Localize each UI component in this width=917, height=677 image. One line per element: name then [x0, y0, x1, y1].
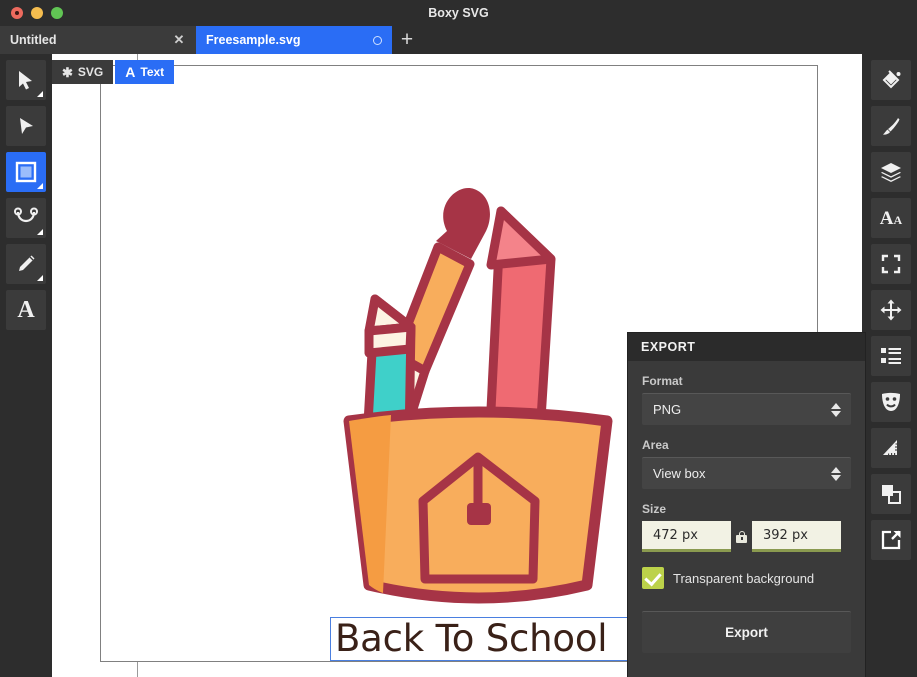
transform-panel-button[interactable] [871, 290, 911, 330]
left-toolbar: A [0, 54, 52, 677]
canvas-text[interactable]: Back To School [335, 617, 649, 661]
bezier-tool[interactable] [6, 198, 46, 238]
letter-aa-icon: AA [879, 207, 903, 229]
letter-a-icon: A [17, 297, 35, 323]
brush-stroke-panel-button[interactable] [871, 106, 911, 146]
right-toolbar: AA [865, 54, 917, 677]
size-row: 472 px 392 px [642, 521, 851, 552]
tab-text[interactable]: A Text [115, 60, 175, 84]
asterisk-icon: ✱ [62, 64, 73, 80]
rectangle-tool[interactable] [6, 152, 46, 192]
document-tab-freesample[interactable]: Freesample.svg [196, 26, 392, 54]
transparent-background-label: Transparent background [673, 570, 815, 586]
app-window: Boxy SVG Untitled ✕ Freesample.svg + Bac… [0, 0, 917, 677]
area-stepper-icon[interactable] [831, 466, 841, 481]
document-tab-strip: Untitled ✕ Freesample.svg + [0, 26, 917, 54]
letter-a-icon: A [125, 64, 136, 80]
new-tab-button[interactable]: + [392, 26, 422, 54]
title-bar: Boxy SVG [0, 0, 917, 26]
shapes-overlap-icon [882, 485, 901, 504]
maximize-window-button[interactable] [51, 7, 63, 19]
format-select[interactable]: PNG [642, 393, 851, 425]
cursor-arrow-icon [19, 71, 32, 90]
lock-icon [736, 530, 747, 543]
area-select[interactable]: View box [642, 457, 851, 489]
close-icon[interactable]: ✕ [172, 33, 186, 47]
list-icon [881, 348, 901, 364]
tool-corner-indicator [37, 275, 43, 281]
tool-corner-indicator [37, 229, 43, 235]
format-label: Format [642, 374, 683, 388]
select-tool[interactable] [6, 60, 46, 100]
app-title: Boxy SVG [428, 6, 489, 20]
size-label: Size [642, 502, 667, 516]
text-object-selection[interactable]: Back To School [330, 617, 652, 661]
rectangle-icon [15, 161, 37, 183]
geometry-panel-button[interactable] [871, 244, 911, 284]
pencil-tool[interactable] [6, 244, 46, 284]
measure-panel-button[interactable] [871, 428, 911, 468]
tool-corner-indicator [37, 183, 43, 189]
aspect-lock-button[interactable] [731, 530, 752, 543]
tab-text-label: Text [140, 65, 165, 79]
layers-panel-button[interactable] [871, 152, 911, 192]
node-edit-tool[interactable] [6, 106, 46, 146]
area-label: Area [642, 438, 669, 452]
size-height-input[interactable]: 392 px [752, 521, 841, 552]
minimize-window-button[interactable] [31, 7, 43, 19]
unsaved-dot-icon[interactable] [373, 35, 382, 45]
transparent-background-checkbox[interactable] [642, 567, 664, 589]
export-arrow-icon [881, 530, 901, 550]
ruler-triangle-icon [883, 440, 897, 455]
format-stepper-icon[interactable] [831, 402, 841, 417]
document-tab-label: Untitled [10, 33, 57, 47]
tab-svg[interactable]: ✱ SVG [52, 60, 114, 84]
artwork-illustration[interactable] [339, 141, 619, 631]
export-panel-body: Format PNG Area View box Size 472 px 392… [628, 361, 865, 653]
elements-list-panel-button[interactable] [871, 336, 911, 376]
bezier-curve-icon [14, 207, 38, 223]
paintbrush-icon [883, 118, 900, 135]
pencil-icon [19, 255, 35, 271]
fill-bucket-panel-button[interactable] [871, 60, 911, 100]
arrange-boolean-panel-button[interactable] [871, 474, 911, 514]
export-panel-title: EXPORT [628, 333, 865, 361]
paint-bucket-icon [882, 70, 901, 89]
size-width-input[interactable]: 472 px [642, 521, 731, 552]
export-button[interactable]: Export [642, 611, 851, 653]
crop-corners-icon [881, 254, 901, 274]
text-tool[interactable]: A [6, 290, 46, 330]
context-tab-bar: ✱ SVG A Text [52, 60, 175, 84]
layers-icon [881, 163, 901, 182]
area-value: View box [653, 466, 706, 481]
export-panel: EXPORT Format PNG Area View box Size 472… [628, 333, 865, 677]
effects-mask-panel-button[interactable] [871, 382, 911, 422]
direct-select-arrow-icon [20, 118, 33, 134]
typography-panel-button[interactable]: AA [871, 198, 911, 238]
close-window-button[interactable] [11, 7, 23, 19]
transparent-background-row[interactable]: Transparent background [642, 567, 851, 589]
export-panel-button[interactable] [871, 520, 911, 560]
window-controls [0, 7, 63, 19]
document-tab-untitled[interactable]: Untitled ✕ [0, 26, 196, 54]
tool-corner-indicator [37, 91, 43, 97]
move-arrows-icon [880, 299, 902, 321]
theater-mask-icon [882, 392, 900, 411]
format-value: PNG [653, 402, 682, 417]
document-tab-label: Freesample.svg [206, 33, 301, 47]
tab-svg-label: SVG [77, 65, 104, 79]
